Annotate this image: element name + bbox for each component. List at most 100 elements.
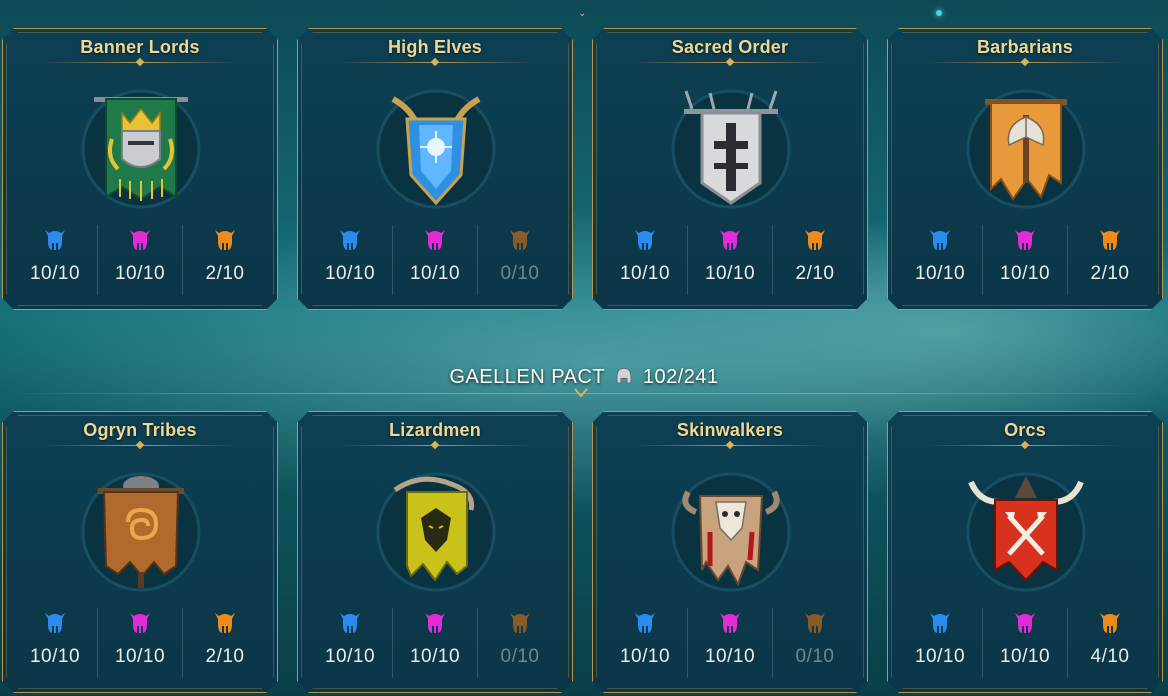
magenta-count: 10/10 [999, 263, 1051, 284]
orange-count: 0/10 [500, 646, 540, 667]
orange-helmet-icon [507, 227, 533, 253]
blue-count: 10/10 [324, 646, 376, 667]
blue-count: 10/10 [29, 263, 81, 284]
magenta-helmet-icon [422, 610, 448, 636]
chevron-down-icon [574, 388, 588, 398]
orange-helmet-icon [802, 227, 828, 253]
magenta-count: 10/10 [409, 646, 461, 667]
faction-name: Lizardmen [389, 420, 481, 440]
faction-card-orcs[interactable]: Orcs 10/10 10/10 4/10 [887, 411, 1163, 693]
magenta-helmet-icon [1012, 610, 1038, 636]
orange-rarity-stat: 2/10 [182, 225, 267, 295]
magenta-rarity-stat: 10/10 [392, 225, 477, 295]
faction-name: Orcs [1004, 420, 1046, 440]
orange-rarity-stat: 2/10 [772, 225, 857, 295]
blue-count: 10/10 [29, 646, 81, 667]
hero-progress-row: 10/10 10/10 0/10 [603, 608, 857, 678]
orange-helmet-icon [507, 610, 533, 636]
blue-helmet-icon [632, 227, 658, 253]
faction-name: Banner Lords [80, 37, 200, 57]
title-gem [431, 441, 439, 449]
hero-progress-row: 10/10 10/10 0/10 [308, 608, 562, 678]
blue-helmet-icon [42, 610, 68, 636]
magenta-count: 10/10 [704, 263, 756, 284]
sparkle-decoration [936, 10, 942, 16]
hero-progress-row: 10/10 10/10 2/10 [603, 225, 857, 295]
blue-helmet-icon [42, 227, 68, 253]
blue-count: 10/10 [914, 263, 966, 284]
blue-count: 10/10 [619, 263, 671, 284]
magenta-count: 10/10 [704, 646, 756, 667]
orange-count: 2/10 [205, 646, 245, 667]
magenta-helmet-icon [717, 610, 743, 636]
faction-card-lizardmen[interactable]: Lizardmen 10/10 10/10 0/10 [297, 411, 573, 693]
alliance-divider: GAELLEN PACT 102/241 [0, 366, 1168, 416]
barbarians-crest-icon [961, 79, 1091, 209]
faction-card-barbarians[interactable]: Barbarians 10/10 10/10 2/10 [887, 28, 1163, 310]
magenta-helmet-icon [127, 227, 153, 253]
title-gem [136, 58, 144, 66]
blue-count: 10/10 [914, 646, 966, 667]
blue-helmet-icon [632, 610, 658, 636]
faction-card-banner-lords[interactable]: Banner Lords 10/10 10/10 2/10 [2, 28, 278, 310]
hero-progress-row: 10/10 10/10 2/10 [13, 608, 267, 678]
orange-rarity-stat: 0/10 [477, 608, 562, 678]
faction-name: Ogryn Tribes [83, 420, 197, 440]
magenta-rarity-stat: 10/10 [687, 225, 772, 295]
orange-rarity-stat: 2/10 [182, 608, 267, 678]
orange-helmet-icon [802, 610, 828, 636]
blue-helmet-icon [927, 227, 953, 253]
orange-rarity-stat: 4/10 [1067, 608, 1152, 678]
magenta-count: 10/10 [114, 263, 166, 284]
blue-rarity-stat: 10/10 [308, 225, 392, 295]
blue-count: 10/10 [324, 263, 376, 284]
magenta-helmet-icon [1012, 227, 1038, 253]
faction-card-high-elves[interactable]: High Elves 10/10 10/10 0/10 [297, 28, 573, 310]
orange-count: 2/10 [205, 263, 245, 284]
magenta-rarity-stat: 10/10 [392, 608, 477, 678]
magenta-rarity-stat: 10/10 [982, 225, 1067, 295]
blue-helmet-icon [337, 227, 363, 253]
blue-rarity-stat: 10/10 [13, 225, 97, 295]
skinwalkers-crest-icon [666, 462, 796, 592]
scroll-up-chevron-icon[interactable]: ⌄ [578, 8, 586, 19]
magenta-rarity-stat: 10/10 [687, 608, 772, 678]
hero-progress-row: 10/10 10/10 2/10 [898, 225, 1152, 295]
magenta-count: 10/10 [999, 646, 1051, 667]
high-elves-crest-icon [371, 79, 501, 209]
banner-lords-crest-icon [76, 79, 206, 209]
orange-rarity-stat: 0/10 [772, 608, 857, 678]
title-gem [726, 441, 734, 449]
blue-rarity-stat: 10/10 [898, 608, 982, 678]
faction-name: Sacred Order [671, 37, 789, 57]
blue-rarity-stat: 10/10 [13, 608, 97, 678]
blue-rarity-stat: 10/10 [603, 608, 687, 678]
faction-name: High Elves [387, 37, 483, 57]
lizardmen-crest-icon [371, 462, 501, 592]
hero-progress-row: 10/10 10/10 2/10 [13, 225, 267, 295]
blue-count: 10/10 [619, 646, 671, 667]
orange-helmet-icon [212, 610, 238, 636]
title-gem [726, 58, 734, 66]
blue-rarity-stat: 10/10 [603, 225, 687, 295]
faction-card-skinwalkers[interactable]: Skinwalkers 10/10 10/10 0/10 [592, 411, 868, 693]
magenta-helmet-icon [422, 227, 448, 253]
blue-rarity-stat: 10/10 [308, 608, 392, 678]
faction-card-ogryn-tribes[interactable]: Ogryn Tribes 10/10 10/10 2/10 [2, 411, 278, 693]
blue-helmet-icon [337, 610, 363, 636]
magenta-count: 10/10 [409, 263, 461, 284]
orange-count: 0/10 [500, 263, 540, 284]
magenta-count: 10/10 [114, 646, 166, 667]
helmet-icon [616, 367, 632, 384]
sacred-order-crest-icon [666, 79, 796, 209]
faction-card-sacred-order[interactable]: Sacred Order 10/10 10/10 2/10 [592, 28, 868, 310]
title-gem [1021, 441, 1029, 449]
orange-count: 0/10 [795, 646, 835, 667]
faction-name: Skinwalkers [676, 420, 784, 440]
magenta-rarity-stat: 10/10 [97, 225, 182, 295]
hero-progress-row: 10/10 10/10 0/10 [308, 225, 562, 295]
orange-helmet-icon [1097, 610, 1123, 636]
alliance-count: 102/241 [642, 366, 719, 388]
alliance-name: GAELLEN PACT [449, 366, 605, 388]
faction-name: Barbarians [976, 37, 1074, 57]
